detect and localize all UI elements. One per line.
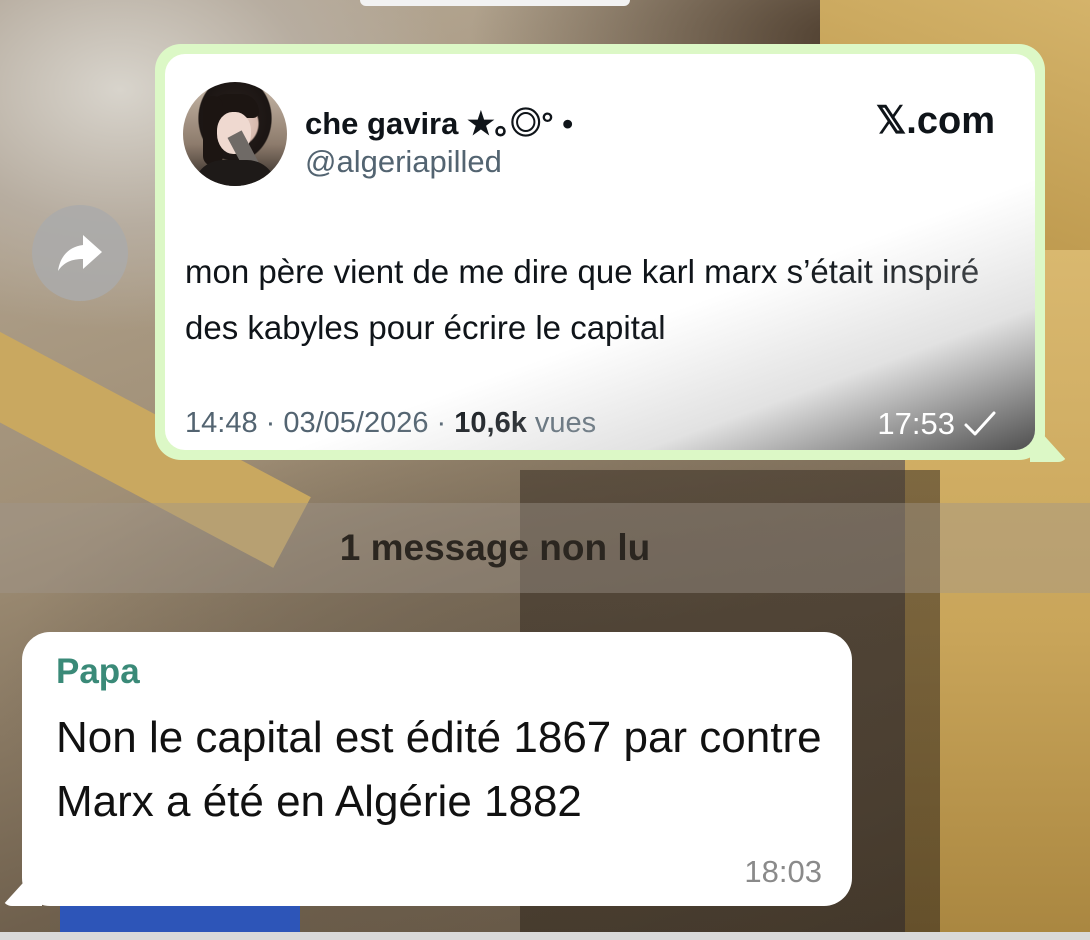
avatar-shirt	[193, 160, 277, 186]
incoming-message-text: Non le capital est édité 1867 par contre…	[56, 713, 822, 826]
unread-divider: 1 message non lu	[0, 503, 1090, 593]
tweet-views-label: vues	[526, 407, 597, 439]
share-arrow-icon	[58, 235, 102, 271]
author-avatar[interactable]	[183, 82, 287, 186]
outgoing-message-bubble[interactable]: che gavira ★｡◎° • @algeriapilled 𝕏.com m…	[155, 44, 1045, 460]
tweet-author-handle[interactable]: @algeriapilled	[305, 144, 502, 180]
incoming-message-bubble[interactable]: Papa Non le capital est édité 1867 par c…	[22, 632, 852, 906]
sender-name[interactable]: Papa	[56, 652, 140, 692]
incoming-message-time: 18:03	[744, 854, 822, 889]
forward-button[interactable]	[32, 205, 128, 301]
unread-divider-label: 1 message non lu	[339, 527, 651, 568]
tweet-text: mon père vient de me dire que karl marx …	[185, 253, 980, 346]
sent-check-icon	[964, 411, 996, 436]
tweet-source-label[interactable]: 𝕏.com	[876, 98, 995, 143]
tweet-posted-time: 14:48 · 03/05/2026 ·	[185, 407, 455, 439]
tweet-views-count: 10,6k	[454, 407, 527, 439]
tweet-meta: 14:48 · 03/05/2026 · 10,6k vues	[185, 407, 596, 440]
tweet-embed-card[interactable]: che gavira ★｡◎° • @algeriapilled 𝕏.com m…	[165, 54, 1035, 450]
tweet-author-name[interactable]: che gavira ★｡◎° •	[305, 98, 573, 143]
previous-bubble-edge	[360, 0, 630, 6]
outgoing-time-text: 17:53	[877, 406, 955, 441]
outgoing-message-time: 17:53	[877, 406, 997, 442]
bottom-edge	[0, 932, 1090, 940]
